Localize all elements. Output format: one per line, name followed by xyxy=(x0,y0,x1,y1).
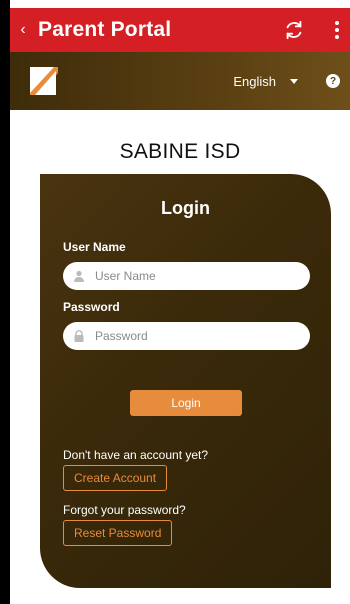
app-frame: ‹ Parent Portal English ? SABINE ISD Log… xyxy=(10,0,350,604)
brand-bar: English ? xyxy=(10,52,350,110)
more-vertical-icon[interactable] xyxy=(330,21,344,39)
back-icon[interactable]: ‹ xyxy=(14,21,32,39)
app-logo-icon xyxy=(26,63,62,99)
username-field[interactable] xyxy=(63,262,310,290)
language-label: English xyxy=(233,73,276,89)
forgot-password-text: Forgot your password? xyxy=(63,503,186,517)
language-selector[interactable]: English xyxy=(233,74,298,89)
username-label: User Name xyxy=(63,240,126,254)
create-account-button[interactable]: Create Account xyxy=(63,465,168,491)
password-input[interactable] xyxy=(95,329,285,343)
reset-password-button[interactable]: Reset Password xyxy=(63,520,173,546)
login-card: Login User Name Password Login Don't hav… xyxy=(40,174,331,588)
chevron-down-icon xyxy=(290,78,298,84)
top-app-bar: ‹ Parent Portal xyxy=(10,8,350,52)
district-name: SABINE ISD xyxy=(119,140,241,163)
password-field[interactable] xyxy=(63,322,310,350)
password-label: Password xyxy=(63,300,120,314)
lock-icon xyxy=(72,329,86,343)
app-title: Parent Portal xyxy=(38,18,172,41)
username-input[interactable] xyxy=(95,269,285,283)
login-button[interactable]: Login xyxy=(130,390,242,416)
user-icon xyxy=(72,269,86,283)
refresh-icon[interactable] xyxy=(280,16,308,44)
help-icon[interactable]: ? xyxy=(326,74,340,88)
no-account-text: Don't have an account yet? xyxy=(63,448,209,462)
login-title: Login xyxy=(161,198,210,218)
